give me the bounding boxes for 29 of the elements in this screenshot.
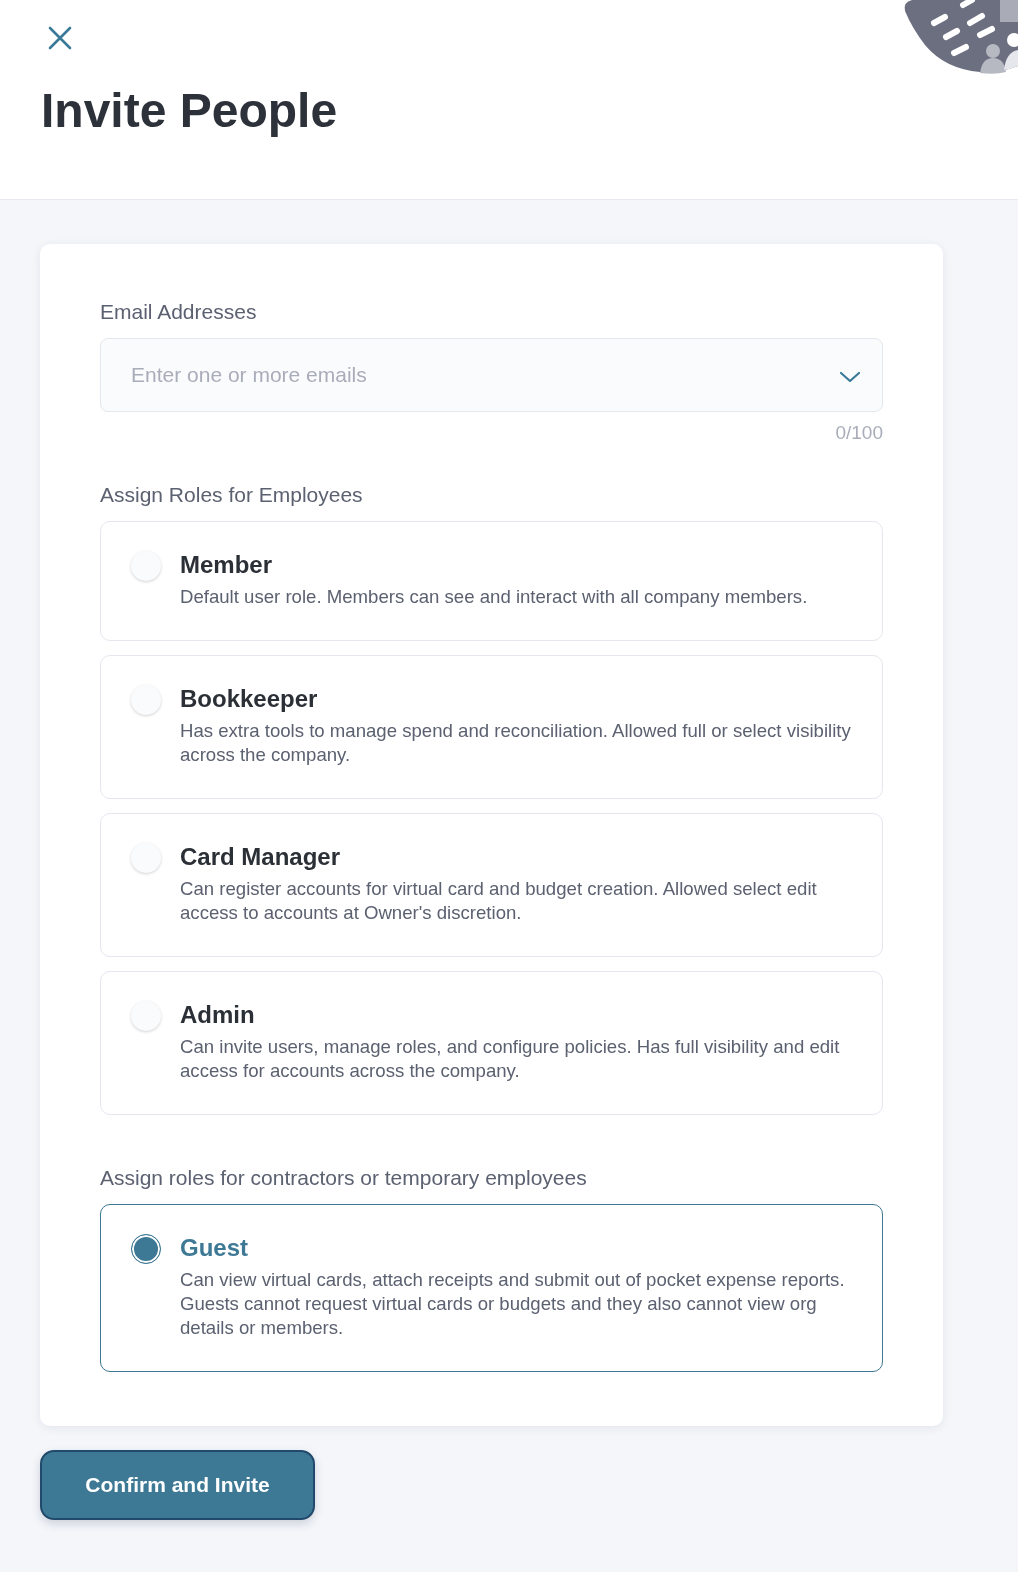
role-title: Card Manager [180,843,342,871]
role-title: Member [180,551,274,579]
role-option-card[interactable]: Bookkeeper Has extra tools to manage spend and reconciliation. Allowed full or select visibility across the company. [100,655,883,799]
role-option-card[interactable]: Guest Can view virtual cards, attach receipts and submit out of pocket expense reports. Guests cannot request virtual cards or budgets and they also cannot view org details or members. [100,1204,883,1372]
page-title: Invite People [41,83,338,139]
chevron-down-icon[interactable] [839,371,861,383]
role-title: Bookkeeper [180,685,319,713]
role-description: Default user role. Members can see and interact with all company members. [180,585,808,609]
section-heading: Assign roles for contractors or temporary employees [100,1166,588,1190]
close-icon[interactable] [48,26,72,50]
radio-button[interactable] [131,1001,161,1031]
role-description: Has extra tools to manage spend and reconciliation. Allowed full or select visibility across the company. [180,719,852,767]
role-title: Guest [180,1234,249,1262]
field-label: Email Addresses [100,300,258,324]
role-description: Can invite users, manage roles, and configure policies. Has full visibility and edit access for accounts across the company. [180,1035,841,1083]
section-heading: Assign Roles for Employees [100,483,364,507]
role-description: Can register accounts for virtual card and budget creation. Allowed select edit access to accounts at Owner's discretion. [180,877,818,925]
character-counter: 0/100 [835,422,883,444]
role-option-card[interactable]: Member Default user role. Members can see and interact with all company members. [100,521,883,641]
role-option-card[interactable]: Card Manager Can register accounts for virtual card and budget creation. Allowed select edit access to accounts at Owner's discretion. [100,813,883,957]
confirm-button[interactable]: Confirm and Invite [40,1450,315,1520]
radio-button[interactable] [131,685,161,715]
role-description: Can view virtual cards, attach receipts and submit out of pocket expense reports. Guests cannot request virtual cards or budgets and they also cannot view org details or members. [180,1268,846,1340]
radio-button[interactable] [131,843,161,873]
role-title: Admin [180,1001,256,1029]
email-input-field[interactable]: Enter one or more emails [100,338,883,412]
radio-button[interactable] [131,1234,161,1264]
role-option-card[interactable]: Admin Can invite users, manage roles, and configure policies. Has full visibility and edit access for accounts across the company. [100,971,883,1115]
radio-button[interactable] [131,551,161,581]
